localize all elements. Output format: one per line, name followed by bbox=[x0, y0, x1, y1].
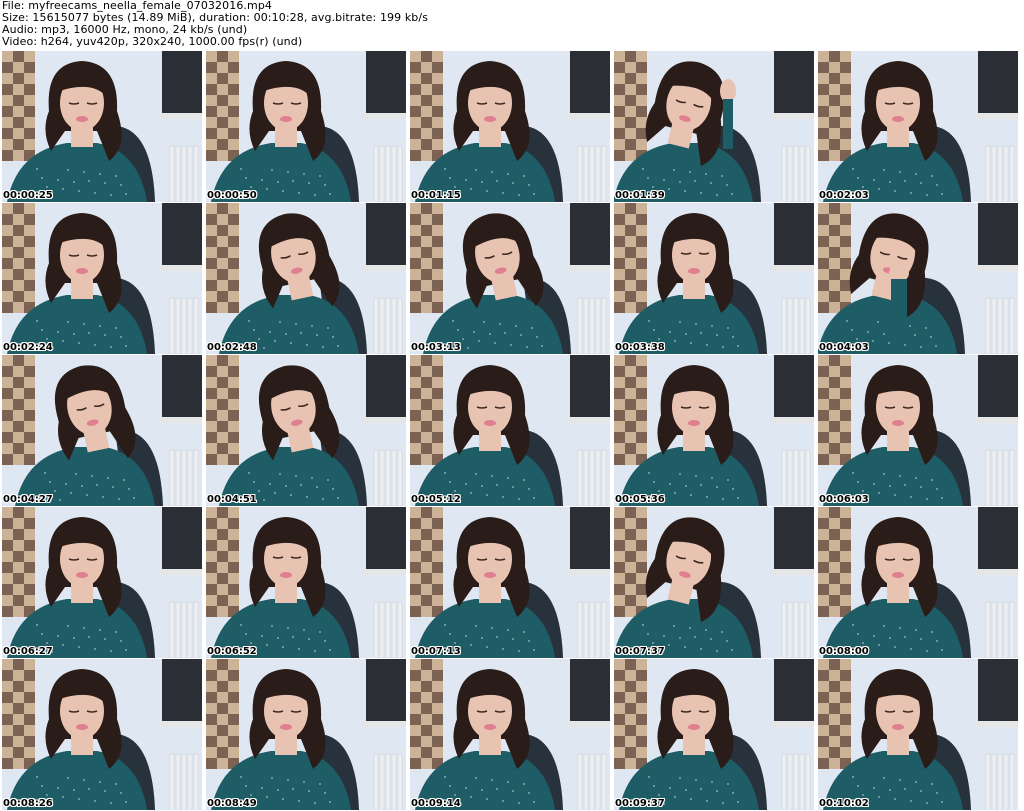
video-thumbnail: 00:06:27 bbox=[2, 507, 202, 658]
video-frame-image bbox=[410, 51, 610, 202]
video-frame-image bbox=[614, 51, 814, 202]
video-thumbnail: 00:04:03 bbox=[818, 203, 1018, 354]
video-thumbnail: 00:10:02 bbox=[818, 659, 1018, 810]
video-frame-image bbox=[818, 355, 1018, 506]
thumbnail-timestamp: 00:02:24 bbox=[3, 342, 53, 353]
video-info-line: Video: h264, yuv420p, 320x240, 1000.00 f… bbox=[2, 35, 303, 48]
video-thumbnail: 00:02:24 bbox=[2, 203, 202, 354]
thumbnail-timestamp: 00:01:39 bbox=[615, 190, 665, 201]
video-thumbnail: 00:00:50 bbox=[206, 51, 406, 202]
video-thumbnail: 00:01:39 bbox=[614, 51, 814, 202]
thumbnail-timestamp: 00:00:25 bbox=[3, 190, 53, 201]
thumbnail-timestamp: 00:05:36 bbox=[615, 494, 665, 505]
video-thumbnail: 00:07:13 bbox=[410, 507, 610, 658]
video-thumbnail: 00:02:48 bbox=[206, 203, 406, 354]
video-frame-image bbox=[206, 355, 406, 506]
video-frame-image bbox=[206, 203, 406, 354]
thumbnail-timestamp: 00:01:15 bbox=[411, 190, 461, 201]
video-frame-image bbox=[818, 659, 1018, 810]
thumbnail-timestamp: 00:02:03 bbox=[819, 190, 869, 201]
video-frame-image bbox=[614, 203, 814, 354]
thumbnail-timestamp: 00:03:13 bbox=[411, 342, 461, 353]
thumbnail-timestamp: 00:06:52 bbox=[207, 646, 257, 657]
video-thumbnail: 00:00:25 bbox=[2, 51, 202, 202]
video-frame-image bbox=[818, 203, 1018, 354]
thumbnail-timestamp: 00:08:00 bbox=[819, 646, 869, 657]
video-thumbnail: 00:01:15 bbox=[410, 51, 610, 202]
video-thumbnail: 00:03:13 bbox=[410, 203, 610, 354]
thumbnail-timestamp: 00:06:27 bbox=[3, 646, 53, 657]
video-thumbnail: 00:04:27 bbox=[2, 355, 202, 506]
video-frame-image bbox=[206, 51, 406, 202]
video-thumbnail: 00:08:00 bbox=[818, 507, 1018, 658]
video-frame-image bbox=[818, 507, 1018, 658]
video-frame-image bbox=[2, 507, 202, 658]
video-thumbnail: 00:05:12 bbox=[410, 355, 610, 506]
file-info-header: File: myfreecams_neella_female_07032016.… bbox=[2, 0, 1022, 50]
thumbnail-grid: 00:00:25 00:00:50 00:01:15 00:01:39 00:02:03… bbox=[2, 51, 1022, 810]
video-thumbnail: 00:09:14 bbox=[410, 659, 610, 810]
video-thumbnail: 00:03:38 bbox=[614, 203, 814, 354]
thumbnail-timestamp: 00:09:14 bbox=[411, 798, 461, 809]
thumbnail-timestamp: 00:03:38 bbox=[615, 342, 665, 353]
video-thumbnail: 00:08:49 bbox=[206, 659, 406, 810]
video-frame-image bbox=[410, 507, 610, 658]
video-frame-image bbox=[410, 355, 610, 506]
video-frame-image bbox=[206, 507, 406, 658]
video-thumbnail: 00:04:51 bbox=[206, 355, 406, 506]
thumbnail-timestamp: 00:10:02 bbox=[819, 798, 869, 809]
video-frame-image bbox=[614, 507, 814, 658]
thumbnail-timestamp: 00:00:50 bbox=[207, 190, 257, 201]
video-frame-image bbox=[2, 51, 202, 202]
thumbnail-timestamp: 00:09:37 bbox=[615, 798, 665, 809]
thumbnail-timestamp: 00:07:37 bbox=[615, 646, 665, 657]
video-thumbnail: 00:06:03 bbox=[818, 355, 1018, 506]
video-frame-image bbox=[2, 659, 202, 810]
video-frame-image bbox=[614, 355, 814, 506]
thumbnail-timestamp: 00:02:48 bbox=[207, 342, 257, 353]
thumbnail-timestamp: 00:04:03 bbox=[819, 342, 869, 353]
video-frame-image bbox=[818, 51, 1018, 202]
thumbnail-timestamp: 00:05:12 bbox=[411, 494, 461, 505]
video-thumbnail: 00:07:37 bbox=[614, 507, 814, 658]
video-frame-image bbox=[410, 203, 610, 354]
thumbnail-timestamp: 00:04:27 bbox=[3, 494, 53, 505]
video-thumbnail: 00:08:26 bbox=[2, 659, 202, 810]
video-frame-image bbox=[410, 659, 610, 810]
video-thumbnail: 00:09:37 bbox=[614, 659, 814, 810]
video-frame-image bbox=[2, 355, 202, 506]
thumbnail-timestamp: 00:08:26 bbox=[3, 798, 53, 809]
thumbnail-timestamp: 00:08:49 bbox=[207, 798, 257, 809]
thumbnail-timestamp: 00:07:13 bbox=[411, 646, 461, 657]
video-thumbnail: 00:05:36 bbox=[614, 355, 814, 506]
video-frame-image bbox=[206, 659, 406, 810]
video-thumbnail: 00:02:03 bbox=[818, 51, 1018, 202]
thumbnail-timestamp: 00:04:51 bbox=[207, 494, 257, 505]
video-frame-image bbox=[614, 659, 814, 810]
thumbnail-timestamp: 00:06:03 bbox=[819, 494, 869, 505]
video-frame-image bbox=[2, 203, 202, 354]
video-thumbnail: 00:06:52 bbox=[206, 507, 406, 658]
